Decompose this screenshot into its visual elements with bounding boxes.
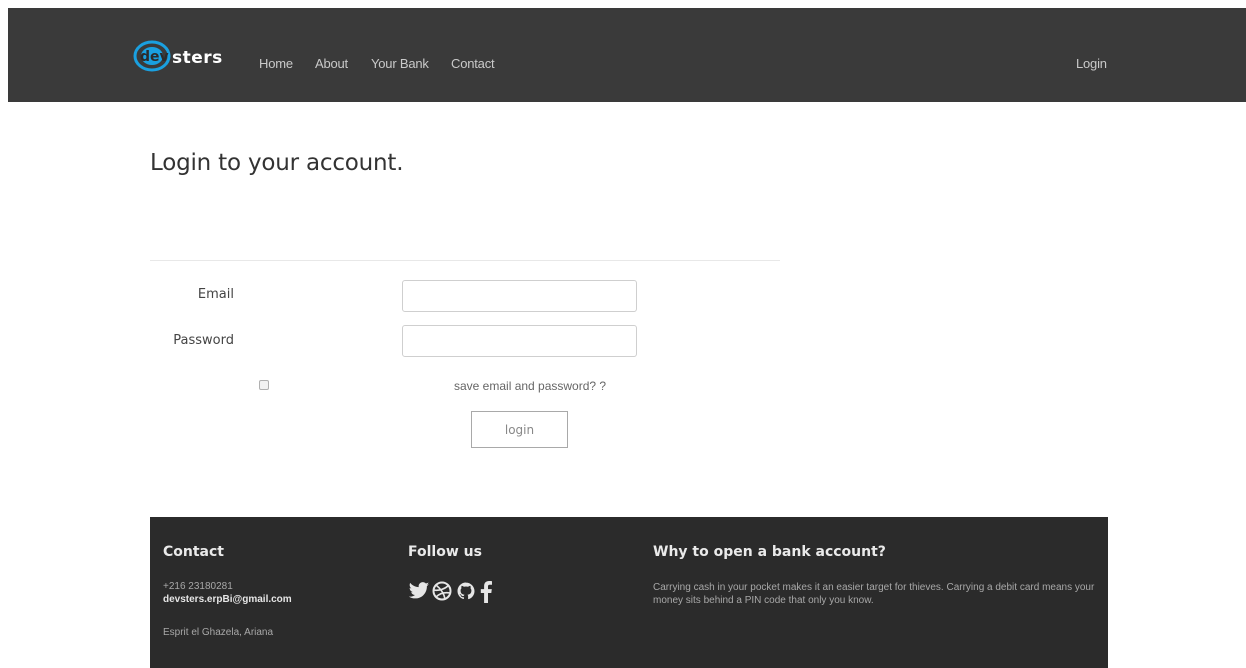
navbar: dev sters Home About Your Bank Contact L… (8, 8, 1246, 102)
nav-about-link[interactable]: About (315, 56, 348, 71)
nav-login-link[interactable]: Login (1076, 56, 1107, 71)
email-label: Email (197, 287, 234, 302)
footer-contact-heading: Contact (163, 544, 224, 560)
footer-why-text: Carrying cash in your pocket makes it an… (653, 582, 1095, 606)
page: dev sters Home About Your Bank Contact L… (0, 0, 1246, 668)
nav-your-bank-link[interactable]: Your Bank (371, 56, 429, 71)
footer-why-heading: Why to open a bank account? (653, 544, 886, 560)
github-icon[interactable] (456, 581, 476, 601)
form-divider (150, 260, 780, 261)
brand-logo[interactable]: dev sters (132, 38, 244, 74)
nav-home-link[interactable]: Home (259, 56, 293, 71)
dribbble-icon[interactable] (432, 581, 452, 601)
footer-follow-heading: Follow us (408, 544, 482, 560)
twitter-icon[interactable] (408, 581, 430, 601)
footer-address: Esprit el Ghazela, Ariana (163, 627, 274, 638)
remember-label: save email and password? ? (454, 379, 607, 393)
svg-text:dev: dev (140, 49, 169, 65)
page-title: Login to your account. (150, 150, 404, 176)
nav-contact-link[interactable]: Contact (451, 56, 495, 71)
login-button[interactable]: login (471, 411, 568, 448)
remember-checkbox[interactable] (259, 380, 269, 390)
email-input[interactable] (402, 280, 637, 312)
password-input[interactable] (402, 325, 637, 357)
svg-text:sters: sters (172, 48, 223, 68)
footer-email[interactable]: devsters.erpBi@gmail.com (163, 594, 292, 605)
password-label: Password (173, 333, 234, 348)
facebook-icon[interactable] (479, 581, 493, 603)
footer: Contact +216 23180281 devsters.erpBi@gma… (150, 517, 1108, 668)
footer-phone: +216 23180281 (163, 581, 233, 592)
